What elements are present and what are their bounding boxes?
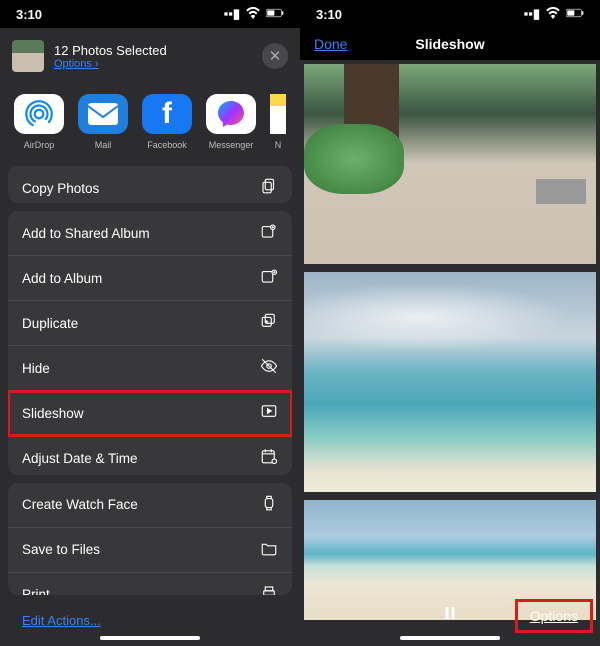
action-label: Add to Album: [22, 271, 102, 286]
action-label: Save to Files: [22, 542, 100, 557]
status-bar: 3:10 ▪▪▮: [0, 0, 300, 28]
action-label: Create Watch Face: [22, 497, 138, 512]
facebook-icon: f: [142, 94, 192, 134]
album-icon: [260, 267, 278, 289]
eye-slash-icon: [260, 357, 278, 379]
watch-icon: [260, 494, 278, 516]
slideshow-controls: Options: [300, 604, 600, 628]
action-list: Copy Photos Add to Shared Album Add to A…: [0, 166, 300, 646]
action-slideshow[interactable]: Slideshow: [8, 391, 292, 436]
app-label: Facebook: [147, 140, 187, 150]
notes-icon: [270, 94, 286, 134]
messenger-icon: [206, 94, 256, 134]
airdrop-icon: [14, 94, 64, 134]
wifi-icon: [544, 4, 562, 25]
status-icons: ▪▪▮: [524, 4, 584, 25]
share-sheet: 12 Photos Selected Options › ✕ AirDrop M…: [0, 28, 300, 646]
done-button[interactable]: Done: [314, 36, 347, 52]
wifi-icon: [244, 4, 262, 25]
print-icon: [260, 584, 278, 595]
app-label: Messenger: [209, 140, 254, 150]
selection-thumbnail: [12, 40, 44, 72]
sheet-header: 12 Photos Selected Options › ✕: [0, 28, 300, 84]
status-bar: 3:10 ▪▪▮: [300, 0, 600, 28]
slideshow-header: Done Slideshow: [300, 28, 600, 60]
home-indicator[interactable]: [100, 636, 200, 640]
signal-icon: ▪▪▮: [524, 6, 540, 22]
app-messenger[interactable]: Messenger: [206, 94, 256, 150]
action-group: Add to Shared Album Add to Album Duplica…: [8, 211, 292, 474]
play-rect-icon: [260, 402, 278, 424]
share-sheet-screen: 3:10 ▪▪▮ 12 Photos Selected Options › ✕: [0, 0, 300, 646]
action-copy-photos[interactable]: Copy Photos: [8, 166, 292, 203]
action-label: Copy Photos: [22, 181, 99, 196]
selection-title: 12 Photos Selected: [54, 43, 252, 58]
mail-icon: [78, 94, 128, 134]
share-apps-row[interactable]: AirDrop Mail f Facebook Messenger N: [0, 84, 300, 166]
slideshow-title: Slideshow: [415, 36, 484, 52]
action-label: Hide: [22, 361, 50, 376]
copy-icon: [260, 177, 278, 199]
app-label: Mail: [95, 140, 112, 150]
app-notes[interactable]: N: [270, 94, 286, 150]
action-print[interactable]: Print: [8, 573, 292, 595]
pause-button[interactable]: [441, 604, 459, 628]
signal-icon: ▪▪▮: [224, 6, 240, 22]
folder-icon: [260, 539, 278, 561]
action-group: Create Watch Face Save to Files Print: [8, 483, 292, 595]
action-label: Print: [22, 587, 50, 595]
close-button[interactable]: ✕: [262, 43, 288, 69]
duplicate-icon: [260, 312, 278, 334]
action-save-files[interactable]: Save to Files: [8, 528, 292, 573]
edit-actions-link[interactable]: Edit Actions...: [8, 603, 292, 638]
status-time: 3:10: [16, 7, 42, 22]
close-icon: ✕: [269, 47, 282, 65]
status-time: 3:10: [316, 7, 342, 22]
action-watch-face[interactable]: Create Watch Face: [8, 483, 292, 528]
action-group: Copy Photos: [8, 166, 292, 203]
action-hide[interactable]: Hide: [8, 346, 292, 391]
app-airdrop[interactable]: AirDrop: [14, 94, 64, 150]
action-label: Add to Shared Album: [22, 226, 150, 241]
action-adjust-date[interactable]: Adjust Date & Time: [8, 436, 292, 474]
shared-album-icon: [260, 222, 278, 244]
action-add-album[interactable]: Add to Album: [8, 256, 292, 301]
action-duplicate[interactable]: Duplicate: [8, 301, 292, 346]
action-add-shared-album[interactable]: Add to Shared Album: [8, 211, 292, 256]
app-facebook[interactable]: f Facebook: [142, 94, 192, 150]
status-icons: ▪▪▮: [224, 4, 284, 25]
slideshow-content[interactable]: [300, 60, 600, 646]
action-label: Adjust Date & Time: [22, 451, 138, 466]
battery-icon: [266, 4, 284, 25]
sheet-options-link[interactable]: Options ›: [54, 58, 252, 70]
battery-icon: [566, 4, 584, 25]
action-label: Duplicate: [22, 316, 78, 331]
home-indicator[interactable]: [400, 636, 500, 640]
app-label: N: [275, 140, 282, 150]
slideshow-photo: [304, 272, 596, 492]
action-label: Slideshow: [22, 406, 84, 421]
app-label: AirDrop: [24, 140, 55, 150]
app-mail[interactable]: Mail: [78, 94, 128, 150]
slideshow-photo: [304, 64, 596, 264]
slideshow-screen: 3:10 ▪▪▮ Done Slideshow Option: [300, 0, 600, 646]
slideshow-options-button[interactable]: Options: [518, 602, 590, 630]
calendar-icon: [260, 447, 278, 469]
